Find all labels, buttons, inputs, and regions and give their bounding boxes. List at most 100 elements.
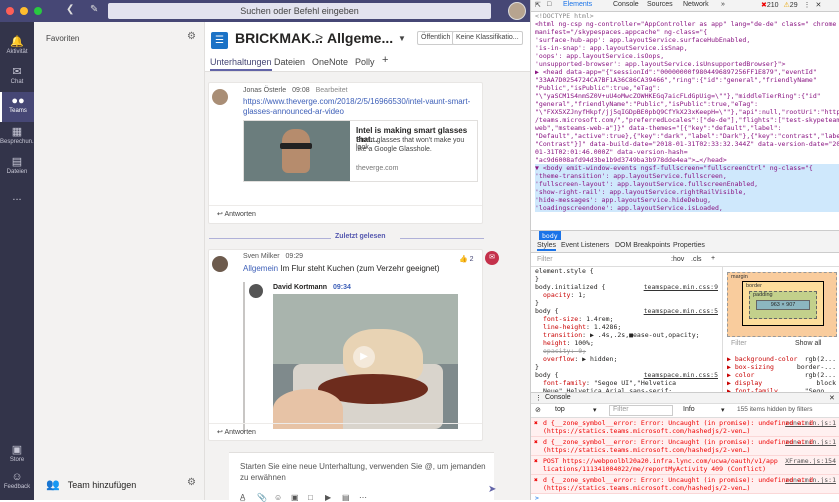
dom-node-line[interactable]: 'oops': app.layoutService.isOops, (535, 52, 839, 60)
level-chevron-icon[interactable]: ▾ (721, 406, 725, 414)
styles-filter-input[interactable]: Filter (537, 256, 553, 263)
meet-now-icon[interactable]: ▶ (325, 493, 331, 502)
css-property[interactable]: transition (543, 331, 582, 339)
console-context-select[interactable]: top (555, 406, 565, 413)
link-preview[interactable]: Intel is making smart glasses that... Sm… (243, 120, 478, 182)
dom-node-line[interactable]: 'is-in-snap': app.layoutService.isSnap, (535, 44, 839, 52)
tab-properties[interactable]: Properties (673, 242, 705, 249)
computed-property-row[interactable]: ▶ background-color rgb(2... (727, 355, 839, 363)
rail-item-feedback[interactable]: ☺ Feedback (0, 468, 34, 498)
rail-item-chat[interactable]: ✉ Chat (0, 62, 34, 92)
computed-property-row[interactable]: ▶ display block (727, 379, 839, 387)
dom-node-line[interactable]: "general","friendlyName":"Public","isPub… (535, 100, 839, 108)
tab-files[interactable]: Dateien (274, 57, 305, 67)
tab-conversations[interactable]: Unterhaltungen (210, 57, 272, 71)
style-rule-line[interactable]: overflow: ▶ hidden; (535, 355, 722, 363)
close-window-button[interactable] (6, 7, 14, 15)
console-filter-input[interactable]: Filter (609, 405, 673, 416)
play-icon[interactable]: ▶ (353, 346, 375, 368)
message-link[interactable]: https://www.theverge.com/2018/2/5/169665… (243, 97, 470, 106)
dom-node-line[interactable]: "Public","isPublic":true,"eTag": (535, 84, 839, 92)
dom-node-line[interactable]: 01-31T02:01:46.000Z" data-version-hash= (535, 148, 839, 156)
kebab-menu-icon[interactable]: ⋮ (804, 2, 811, 9)
attach-icon[interactable]: 📎 (257, 493, 267, 502)
send-icon[interactable]: ➤ (488, 484, 496, 495)
console-error-entry[interactable]: ✖ zone.min.js:1 d {__zone_symbol__error: E… (531, 475, 839, 494)
style-rule-line[interactable]: element.style { (535, 267, 722, 275)
error-source-link[interactable]: XFrame.js:154 (785, 457, 836, 465)
style-rule-line[interactable]: font-family: "Segoe UI","Helvetica (535, 379, 722, 387)
css-property[interactable]: opacity (543, 291, 570, 299)
clear-console-icon[interactable]: ⊘ (535, 406, 541, 414)
tab-network[interactable]: Network (683, 1, 709, 8)
tab-onenote[interactable]: OneNote (312, 57, 348, 67)
dom-node-line[interactable]: 'fullscreen-layout': app.layoutService.f… (535, 180, 839, 188)
css-value[interactable]: ▶ .4s,.2s,■ease-out,opacity; (590, 331, 700, 339)
team-name[interactable]: BRICKMAK... (235, 30, 323, 46)
tab-elements[interactable]: Elements (563, 1, 592, 8)
dom-node-line[interactable]: <html ng-csp ng-controller="AppControlle… (535, 20, 839, 28)
more-options-icon[interactable]: ⋯ (359, 493, 367, 502)
css-property[interactable]: overflow (543, 355, 574, 363)
maximize-window-button[interactable] (34, 7, 42, 15)
console-prompt[interactable]: > (531, 494, 839, 500)
style-rule-line[interactable]: font-size: 1.4rem; (535, 315, 722, 323)
inspect-icon[interactable]: ⇱ (535, 1, 541, 9)
styles-pane[interactable]: element.style {} body.initialized {teamsp… (531, 267, 723, 392)
reply-button[interactable]: ↩ Antworten (209, 423, 482, 441)
add-tab-button[interactable]: + (382, 54, 388, 66)
css-property[interactable]: line-height (543, 323, 586, 331)
chevron-down-icon[interactable]: ▼ (398, 34, 406, 43)
dom-node-line[interactable]: "\"FXX5XZJnyfHkpf/jj5qIGDpBE0pbQ9CfYkX23… (535, 108, 839, 116)
close-devtools-icon[interactable]: ✕ (816, 2, 822, 9)
add-rule-icon[interactable]: + (711, 255, 715, 262)
user-avatar[interactable] (508, 2, 526, 20)
tab-styles[interactable]: Styles (537, 242, 557, 251)
css-property[interactable]: height (543, 339, 566, 347)
rail-item-activity[interactable]: 🔔 Aktivität (0, 32, 34, 62)
log-level-select[interactable]: Info (683, 406, 695, 413)
reply-button[interactable]: ↩ Antworten (209, 205, 482, 223)
context-chevron-icon[interactable]: ▾ (593, 406, 597, 414)
back-arrow-icon[interactable]: ❮ (66, 4, 74, 15)
css-value[interactable]: 100%; (574, 339, 594, 347)
minimize-window-button[interactable] (20, 7, 28, 15)
class-toggle[interactable]: .cls (691, 256, 702, 263)
like-count[interactable]: 👍 2 (459, 255, 474, 263)
add-team-button[interactable]: 👥 Team hinzufügen (46, 478, 136, 491)
style-rule-line[interactable]: body {teamspace.min.css:5 (535, 307, 722, 315)
console-log[interactable]: ✖ zone.min.js:1 d {__zone_symbol__error: E… (531, 418, 839, 500)
dom-node-line[interactable]: "\"yaSCM1S4nmSZ0V+uU4oMwcZOWHKEGq7aicFLd… (535, 92, 839, 100)
dom-node-line[interactable]: ▼ <body emit-window-events ngsf-fullscre… (535, 164, 839, 172)
style-rule-line[interactable]: body.initialized {teamspace.min.css:9 (535, 283, 722, 291)
style-rule-line[interactable]: body {teamspace.min.css:5 (535, 371, 722, 379)
rail-item-meetings[interactable]: ▦ Besprechun... (0, 122, 37, 152)
search-input[interactable]: Suchen oder Befehl eingeben (108, 3, 491, 19)
dom-node-line[interactable]: "Contrast"}]" data-build-date="2018-01-3… (535, 140, 839, 148)
css-value[interactable]: 1.4286; (594, 323, 621, 331)
dom-node-line[interactable]: "ac9d6008afd94d3be1b9d3749ba3b978dde4ea"… (535, 156, 839, 164)
computed-property-row[interactable]: ▶ box-sizing border-... (727, 363, 839, 371)
computed-filter-input[interactable]: Filter (731, 340, 747, 347)
style-rule-line[interactable]: opacity: 0; (535, 347, 722, 355)
tab-polly[interactable]: Polly (355, 57, 375, 67)
rail-item-more[interactable]: ... (0, 188, 34, 218)
style-rule-line[interactable]: height: 100%; (535, 339, 722, 347)
dom-node-line[interactable]: ▶ <head data-app="{"sessionId":"00000000… (535, 68, 839, 76)
dom-node-line[interactable]: 'theme-transition': app.layoutService.fu… (535, 172, 839, 180)
hover-state-toggle[interactable]: :hov (671, 256, 684, 263)
style-rule-line[interactable]: } (535, 299, 722, 307)
compose-icon[interactable]: ✎ (90, 4, 98, 15)
tab-sources[interactable]: Sources (647, 1, 673, 8)
console-error-entry[interactable]: ✖ XFrame.js:154 POST https://webpoolbl20a2… (531, 456, 839, 475)
settings-gear-icon[interactable]: ⚙ (187, 31, 196, 42)
poll-icon[interactable]: ▤ (342, 493, 350, 502)
rail-item-teams[interactable]: ●● Teams (0, 92, 34, 122)
compose-box[interactable]: Starten Sie eine neue Unterhaltung, verw… (229, 452, 494, 502)
dom-node-line[interactable]: 'surface-hub-app': app.layoutService.sur… (535, 36, 839, 44)
console-title[interactable]: Console (545, 394, 571, 401)
dom-node-line[interactable]: 'loadingscreendone': app.layoutService.i… (535, 204, 839, 212)
css-property[interactable]: font-size (543, 315, 578, 323)
dom-tree[interactable]: <!DOCTYPE html> <html ng-csp ng-controlle… (531, 12, 839, 230)
dom-node-line[interactable]: 'show-right-rail': app.layoutService.rig… (535, 188, 839, 196)
